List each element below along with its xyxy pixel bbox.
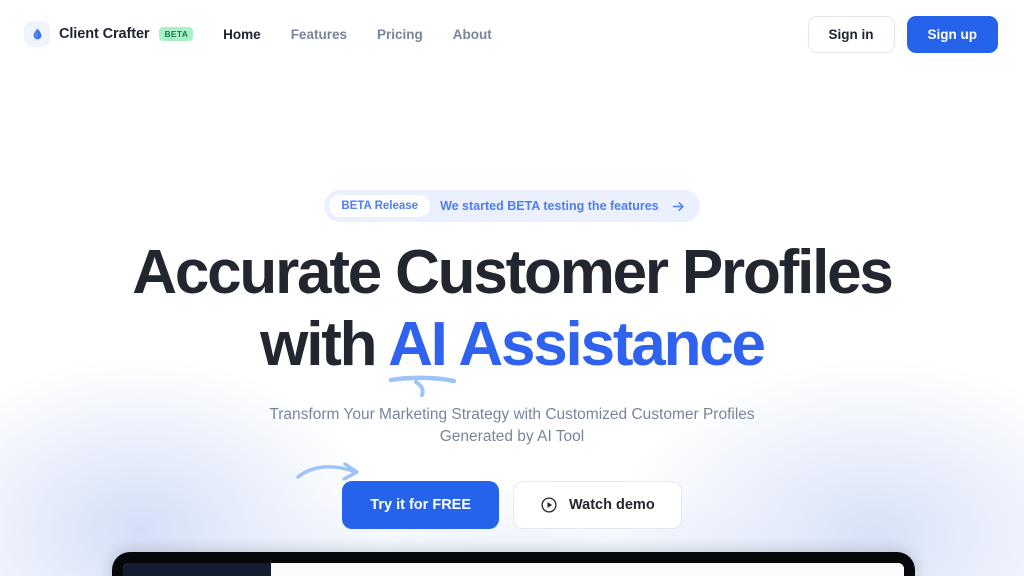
headline-line-1: Accurate Customer Profiles: [132, 238, 894, 307]
subtitle-line-1: Transform Your Marketing Strategy with C…: [269, 406, 755, 423]
droplet-icon: [24, 21, 50, 47]
watch-demo-label: Watch demo: [569, 496, 655, 513]
site-header: Client Crafter BETA Home Features Pricin…: [0, 0, 1024, 68]
try-free-button[interactable]: Try it for FREE: [342, 480, 500, 529]
sign-up-button[interactable]: Sign up: [906, 15, 998, 53]
sign-in-button[interactable]: Sign in: [807, 15, 895, 53]
nav-item-home[interactable]: Home: [223, 27, 261, 42]
header-actions: Sign in Sign up: [807, 15, 998, 53]
announcement-chip: BETA Release: [329, 195, 431, 217]
arrow-right-icon: [671, 199, 686, 214]
page-title: Accurate Customer Profiles with AI Assis…: [0, 238, 1024, 397]
nav-item-about[interactable]: About: [453, 27, 492, 42]
play-circle-icon: [540, 496, 558, 514]
app-preview-mockup: [112, 552, 915, 576]
nav-item-pricing[interactable]: Pricing: [377, 27, 423, 42]
headline-prefix: with: [260, 310, 389, 379]
landing-page: Client Crafter BETA Home Features Pricin…: [0, 0, 1024, 576]
brand-name: Client Crafter: [59, 26, 150, 42]
hero-subtitle: Transform Your Marketing Strategy with C…: [0, 404, 1024, 449]
main-navigation: Home Features Pricing About: [223, 27, 492, 42]
cta-row: Try it for FREE Watch demo: [0, 462, 1024, 529]
app-preview-screen: [123, 563, 904, 576]
headline-accent: AI Assistance: [388, 310, 766, 379]
app-preview-sidebar: [123, 563, 271, 576]
hero-section: BETA Release We started BETA testing the…: [0, 0, 1024, 529]
headline-line-2: with AI Assistance: [260, 314, 766, 397]
watch-demo-button[interactable]: Watch demo: [513, 480, 682, 529]
subtitle-line-2: Generated by AI Tool: [439, 428, 585, 446]
brand-beta-badge: BETA: [159, 27, 194, 41]
brand-logo[interactable]: Client Crafter BETA: [24, 21, 194, 47]
beta-announcement-banner[interactable]: BETA Release We started BETA testing the…: [324, 190, 700, 222]
announcement-text: We started BETA testing the features: [440, 199, 659, 213]
app-preview-content: [271, 563, 904, 576]
nav-item-features[interactable]: Features: [291, 27, 347, 42]
